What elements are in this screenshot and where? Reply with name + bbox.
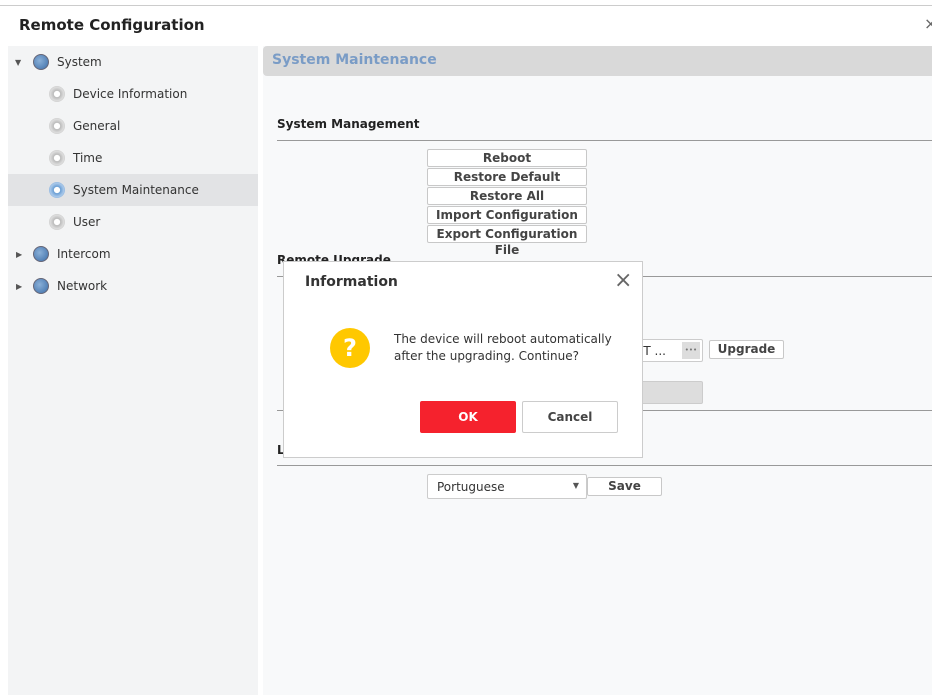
top-divider: [0, 5, 932, 6]
dialog-message: The device will reboot automatically aft…: [394, 331, 612, 365]
chevron-down-icon: ▼: [572, 481, 579, 490]
dialog-close-button[interactable]: ×: [614, 268, 632, 293]
cancel-button[interactable]: Cancel: [522, 401, 618, 433]
sidebar-item-time[interactable]: Time: [8, 142, 258, 174]
question-icon: ?: [330, 328, 370, 368]
browse-button[interactable]: •••: [682, 342, 700, 359]
sidebar-item-network[interactable]: ▶ Network: [8, 270, 258, 302]
sidebar-item-device-information[interactable]: Device Information: [8, 78, 258, 110]
sidebar-item-label: Network: [57, 279, 108, 293]
sidebar-item-label: Time: [73, 151, 103, 165]
sidebar-item-user[interactable]: User: [8, 206, 258, 238]
dialog-message-line: The device will reboot automatically: [394, 332, 612, 346]
caret-right-icon[interactable]: ▶: [16, 250, 22, 259]
sidebar: ▼ System Device Information General Time …: [8, 46, 258, 695]
dialog-message-line: after the upgrading. Continue?: [394, 349, 579, 363]
window-close-button[interactable]: ×: [924, 14, 932, 33]
caret-down-icon[interactable]: ▼: [15, 58, 21, 67]
gear-icon: [49, 118, 65, 134]
language-selected: Portuguese: [437, 480, 505, 494]
save-button[interactable]: Save: [587, 477, 662, 496]
globe-gear-icon: [33, 246, 49, 262]
restore-all-button[interactable]: Restore All: [427, 187, 587, 205]
sidebar-item-label: Intercom: [57, 247, 111, 261]
globe-gear-icon: [33, 54, 49, 70]
sidebar-item-label: General: [73, 119, 121, 133]
gear-icon: [49, 150, 65, 166]
sidebar-item-label: Device Information: [73, 87, 188, 101]
ok-button[interactable]: OK: [420, 401, 516, 433]
globe-gear-icon: [33, 278, 49, 294]
export-configuration-button[interactable]: Export Configuration File: [427, 225, 587, 257]
gear-icon: [49, 214, 65, 230]
sidebar-item-intercom[interactable]: ▶ Intercom: [8, 238, 258, 270]
sidebar-item-label: User: [73, 215, 101, 229]
restore-default-settings-button[interactable]: Restore Default Settings: [427, 168, 587, 200]
section-title-system-management: System Management: [277, 117, 420, 131]
sidebar-item-system-maintenance[interactable]: System Maintenance: [8, 174, 258, 206]
sidebar-item-label: System Maintenance: [73, 183, 199, 197]
sidebar-item-label: System: [57, 55, 102, 69]
window-title: Remote Configuration: [19, 16, 205, 34]
dialog-title: Information: [305, 274, 398, 290]
upgrade-button[interactable]: Upgrade: [709, 340, 784, 359]
import-configuration-button[interactable]: Import Configuration File: [427, 206, 587, 238]
divider: [277, 465, 932, 466]
caret-right-icon[interactable]: ▶: [16, 282, 22, 291]
gear-icon: [49, 182, 65, 198]
sidebar-item-general[interactable]: General: [8, 110, 258, 142]
divider: [277, 140, 932, 141]
page-title: System Maintenance: [263, 46, 932, 76]
gear-icon: [49, 86, 65, 102]
sidebar-item-system[interactable]: ▼ System: [8, 46, 258, 78]
reboot-button[interactable]: Reboot: [427, 149, 587, 167]
language-select[interactable]: Portuguese ▼: [427, 474, 587, 499]
